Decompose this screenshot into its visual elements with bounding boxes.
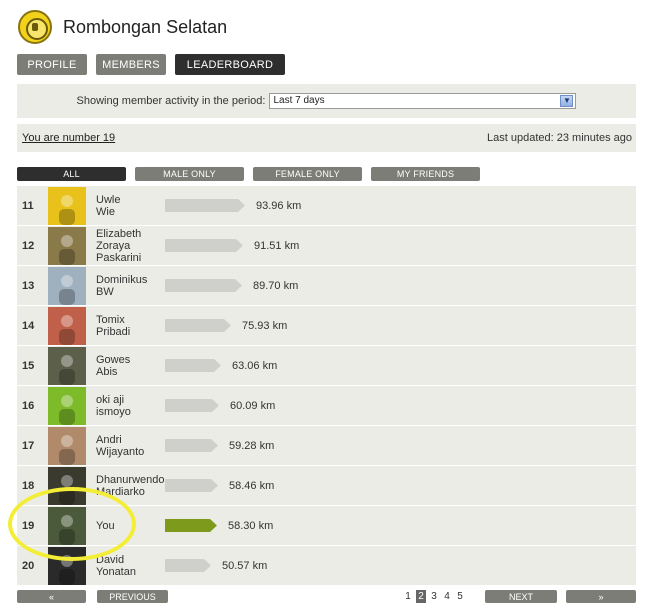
rank-number: 13 (22, 280, 35, 292)
distance-bar (165, 359, 222, 372)
leaderboard-row[interactable]: 11 Uwle Wie 93.96 km (17, 186, 636, 226)
member-name[interactable]: Elizabeth Zoraya Paskarini (96, 226, 141, 266)
member-name-line: Zoraya (96, 240, 131, 252)
member-name-line: Andri (96, 434, 122, 446)
member-name-line: Dhanurwendo (96, 474, 165, 486)
filter-male-only[interactable]: MALE ONLY (135, 167, 244, 181)
previous-page-button[interactable]: PREVIOUS (97, 590, 168, 603)
avatar[interactable] (48, 187, 86, 225)
tab-leaderboard[interactable]: LEADERBOARD (175, 54, 285, 75)
filter-my-friends[interactable]: MY FRIENDS (371, 167, 480, 181)
distance-bar (165, 319, 232, 332)
period-label: Showing member activity in the period: (76, 95, 266, 107)
your-rank-link[interactable]: You are number 19 (22, 132, 115, 144)
member-name[interactable]: Andri Wijayanto (96, 426, 144, 466)
distance-value: 93.96 km (256, 200, 302, 212)
leaderboard-row[interactable]: 17 Andri Wijayanto 59.28 km (17, 426, 636, 466)
period-bar: Showing member activity in the period: L… (17, 84, 636, 118)
member-name-line: Pribadi (96, 326, 131, 338)
distance-bar (165, 399, 220, 412)
filter-female-only[interactable]: FEMALE ONLY (253, 167, 362, 181)
avatar[interactable] (48, 427, 86, 465)
next-page-button[interactable]: NEXT (485, 590, 557, 603)
member-name-line: Abis (96, 366, 118, 378)
club-title: Rombongan Selatan (63, 16, 228, 37)
avatar[interactable] (48, 307, 86, 345)
leaderboard-row[interactable]: 14 Tomix Pribadi 75.93 km (17, 306, 636, 346)
period-selected-value: Last 7 days (273, 95, 325, 106)
distance-value: 89.70 km (253, 280, 299, 292)
distance-bar (165, 239, 244, 252)
rank-number: 14 (22, 320, 35, 332)
leaderboard-row[interactable]: 12 Elizabeth Zoraya Paskarini 91.51 km (17, 226, 636, 266)
rank-number: 16 (22, 400, 35, 412)
tab-profile[interactable]: PROFILE (17, 54, 87, 75)
member-name-line: Wijayanto (96, 446, 145, 458)
first-page-button[interactable]: « (17, 590, 86, 603)
rank-number: 12 (22, 240, 35, 252)
distance-value: 50.57 km (222, 560, 268, 572)
avatar[interactable] (48, 227, 86, 265)
member-name[interactable]: Dominikus BW (96, 266, 147, 306)
distance-bar (165, 559, 212, 572)
member-name-line: Paskarini (96, 252, 142, 264)
distance-value: 60.09 km (230, 400, 276, 412)
member-name-line: Dominikus (96, 274, 148, 286)
leaderboard-row[interactable]: 15 Gowes Abis 63.06 km (17, 346, 636, 386)
page-number-1[interactable]: 1 (403, 590, 413, 603)
distance-bar (165, 279, 243, 292)
last-page-button[interactable]: » (566, 590, 636, 603)
pagination: « PREVIOUS 12345 NEXT » (17, 590, 636, 604)
club-header: Rombongan Selatan (18, 10, 227, 44)
member-name-line: oki aji (96, 394, 125, 406)
rank-number: 11 (22, 200, 34, 212)
page-numbers: 12345 (403, 590, 465, 603)
chevron-down-icon[interactable]: ▼ (560, 95, 574, 107)
filter-all[interactable]: ALL (17, 167, 126, 181)
distance-value: 63.06 km (232, 360, 278, 372)
rank-number: 15 (22, 360, 35, 372)
rank-number: 17 (22, 440, 35, 452)
avatar[interactable] (48, 267, 86, 305)
avatar[interactable] (48, 387, 86, 425)
distance-value: 75.93 km (242, 320, 288, 332)
distance-value: 91.51 km (254, 240, 300, 252)
distance-bar (165, 439, 219, 452)
member-name-line: Uwle (96, 194, 121, 206)
member-name-line: ismoyo (96, 406, 131, 418)
avatar[interactable] (48, 347, 86, 385)
page-number-2[interactable]: 2 (416, 590, 426, 603)
tab-members[interactable]: MEMBERS (96, 54, 166, 75)
rank-bar: You are number 19 Last updated: 23 minut… (17, 124, 636, 152)
member-name-line: BW (96, 286, 114, 298)
member-name[interactable]: Gowes Abis (96, 346, 130, 386)
member-name-line: Tomix (96, 314, 125, 326)
highlight-circle (8, 487, 136, 561)
distance-bar (165, 479, 219, 492)
page-number-5[interactable]: 5 (455, 590, 465, 603)
period-select[interactable]: Last 7 days ▼ (269, 93, 577, 109)
club-emblem-icon (18, 10, 52, 44)
member-name-line: Elizabeth (96, 228, 142, 240)
member-name-line: Wie (96, 206, 115, 218)
club-tabs: PROFILE MEMBERS LEADERBOARD (17, 54, 285, 75)
member-name[interactable]: Tomix Pribadi (96, 306, 130, 346)
distance-value: 58.30 km (228, 520, 274, 532)
leaderboard-row[interactable]: 16 oki aji ismoyo 60.09 km (17, 386, 636, 426)
member-name[interactable]: Uwle Wie (96, 186, 120, 226)
last-updated-text: Last updated: 23 minutes ago (487, 132, 632, 144)
distance-value: 58.46 km (229, 480, 275, 492)
distance-bar (165, 519, 218, 532)
member-name-line: Gowes (96, 354, 131, 366)
distance-value: 59.28 km (229, 440, 275, 452)
member-name-line: Yonatan (96, 566, 136, 578)
page-number-4[interactable]: 4 (442, 590, 452, 603)
leaderboard-row[interactable]: 13 Dominikus BW 89.70 km (17, 266, 636, 306)
member-name[interactable]: oki aji ismoyo (96, 386, 131, 426)
page-number-3[interactable]: 3 (429, 590, 439, 603)
distance-bar (165, 199, 246, 212)
